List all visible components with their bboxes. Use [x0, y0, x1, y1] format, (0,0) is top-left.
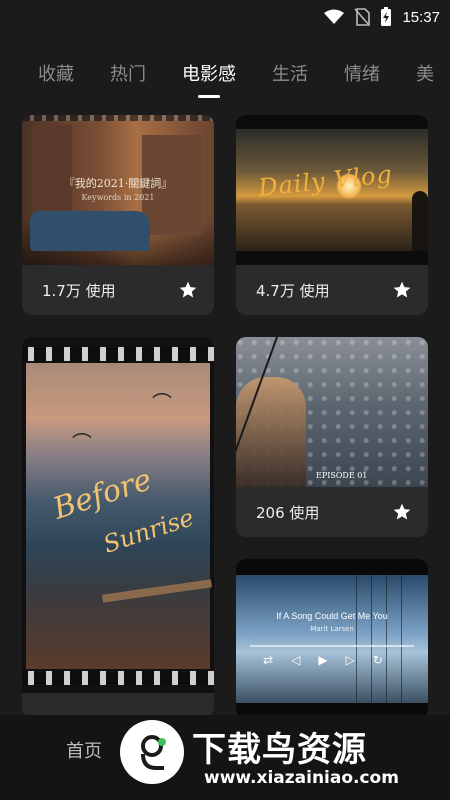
- star-icon[interactable]: [392, 280, 412, 300]
- wifi-icon: [324, 9, 345, 24]
- person-silhouette: [412, 191, 428, 251]
- song-title: If A Song Could Get Me You: [276, 611, 388, 621]
- template-thumbnail[interactable]: Daily Vlog: [236, 115, 428, 265]
- card-footer: 206 使用: [236, 487, 428, 537]
- template-card[interactable]: Daily Vlog 4.7万 使用: [236, 115, 428, 315]
- card-footer: 1.7万 使用: [22, 265, 214, 315]
- tab-life[interactable]: 生活: [272, 50, 308, 86]
- tab-popular[interactable]: 热门: [110, 50, 146, 86]
- seagull: ⌒: [72, 431, 92, 455]
- player-controls: ⇄◁▶▷↻: [263, 653, 401, 667]
- watermark-url: www.xiazainiao.com: [204, 768, 399, 788]
- template-thumbnail[interactable]: 『我的2021·關鍵詞』 Keywords in 2021: [22, 115, 214, 265]
- overlay-title: EPISODE 01: [316, 471, 368, 480]
- watermark-title: 下载鸟资源: [192, 730, 367, 770]
- usage-count: 1.7万 使用: [42, 281, 116, 300]
- star-icon[interactable]: [178, 280, 198, 300]
- template-thumbnail[interactable]: EPISODE 01: [236, 337, 428, 487]
- film-strip: [22, 115, 214, 121]
- usage-count: 4.7万 使用: [256, 281, 330, 300]
- tab-cinematic[interactable]: 电影感: [182, 50, 236, 86]
- overlay-title: 『我的2021·關鍵詞』: [63, 177, 173, 190]
- song-artist: Marit Larsen: [310, 625, 354, 633]
- no-sim-icon: [354, 8, 371, 26]
- bridge-cable: [356, 575, 357, 703]
- seagull: ⌒: [152, 391, 172, 415]
- template-grid: 『我的2021·關鍵詞』 Keywords in 2021 1.7万 使用 Da…: [22, 115, 428, 719]
- battery-charging-icon: [381, 7, 392, 26]
- status-bar: 15:37: [0, 0, 450, 34]
- template-thumbnail[interactable]: If A Song Could Get Me You Marit Larsen …: [236, 559, 428, 719]
- person: [236, 377, 306, 487]
- star-icon[interactable]: [392, 502, 412, 522]
- watermark: 下载鸟资源 www.xiazainiao.com: [120, 718, 450, 800]
- film-perforation: [22, 347, 214, 361]
- tab-mood[interactable]: 情绪: [344, 50, 380, 86]
- template-thumbnail[interactable]: ⌒ ⌒ Before Sunrise: [22, 337, 214, 693]
- car: [30, 211, 150, 251]
- nav-home[interactable]: 首页: [66, 737, 102, 763]
- progress-bar: [250, 645, 414, 647]
- tab-beauty[interactable]: 美: [416, 50, 434, 86]
- bird-logo-icon: [120, 720, 184, 784]
- card-footer: 4.7万 使用: [236, 265, 428, 315]
- tab-favorites[interactable]: 收藏: [38, 50, 74, 86]
- template-card[interactable]: EPISODE 01 206 使用: [236, 337, 428, 537]
- film-perforation: [22, 671, 214, 685]
- clock: 15:37: [402, 8, 440, 26]
- usage-count: 206 使用: [256, 503, 320, 522]
- bridge-cable: [371, 575, 372, 703]
- template-card[interactable]: 『我的2021·關鍵詞』 Keywords in 2021 1.7万 使用: [22, 115, 214, 315]
- bridge-cable: [401, 575, 402, 703]
- bridge-cable: [386, 575, 387, 703]
- bridge-scene: [236, 575, 428, 703]
- category-tabs: 收藏 热门 电影感 生活 情绪 美: [0, 50, 450, 98]
- template-card[interactable]: ⌒ ⌒ Before Sunrise: [22, 337, 214, 717]
- overlay-subtitle: Keywords in 2021: [81, 193, 155, 202]
- template-card[interactable]: If A Song Could Get Me You Marit Larsen …: [236, 559, 428, 719]
